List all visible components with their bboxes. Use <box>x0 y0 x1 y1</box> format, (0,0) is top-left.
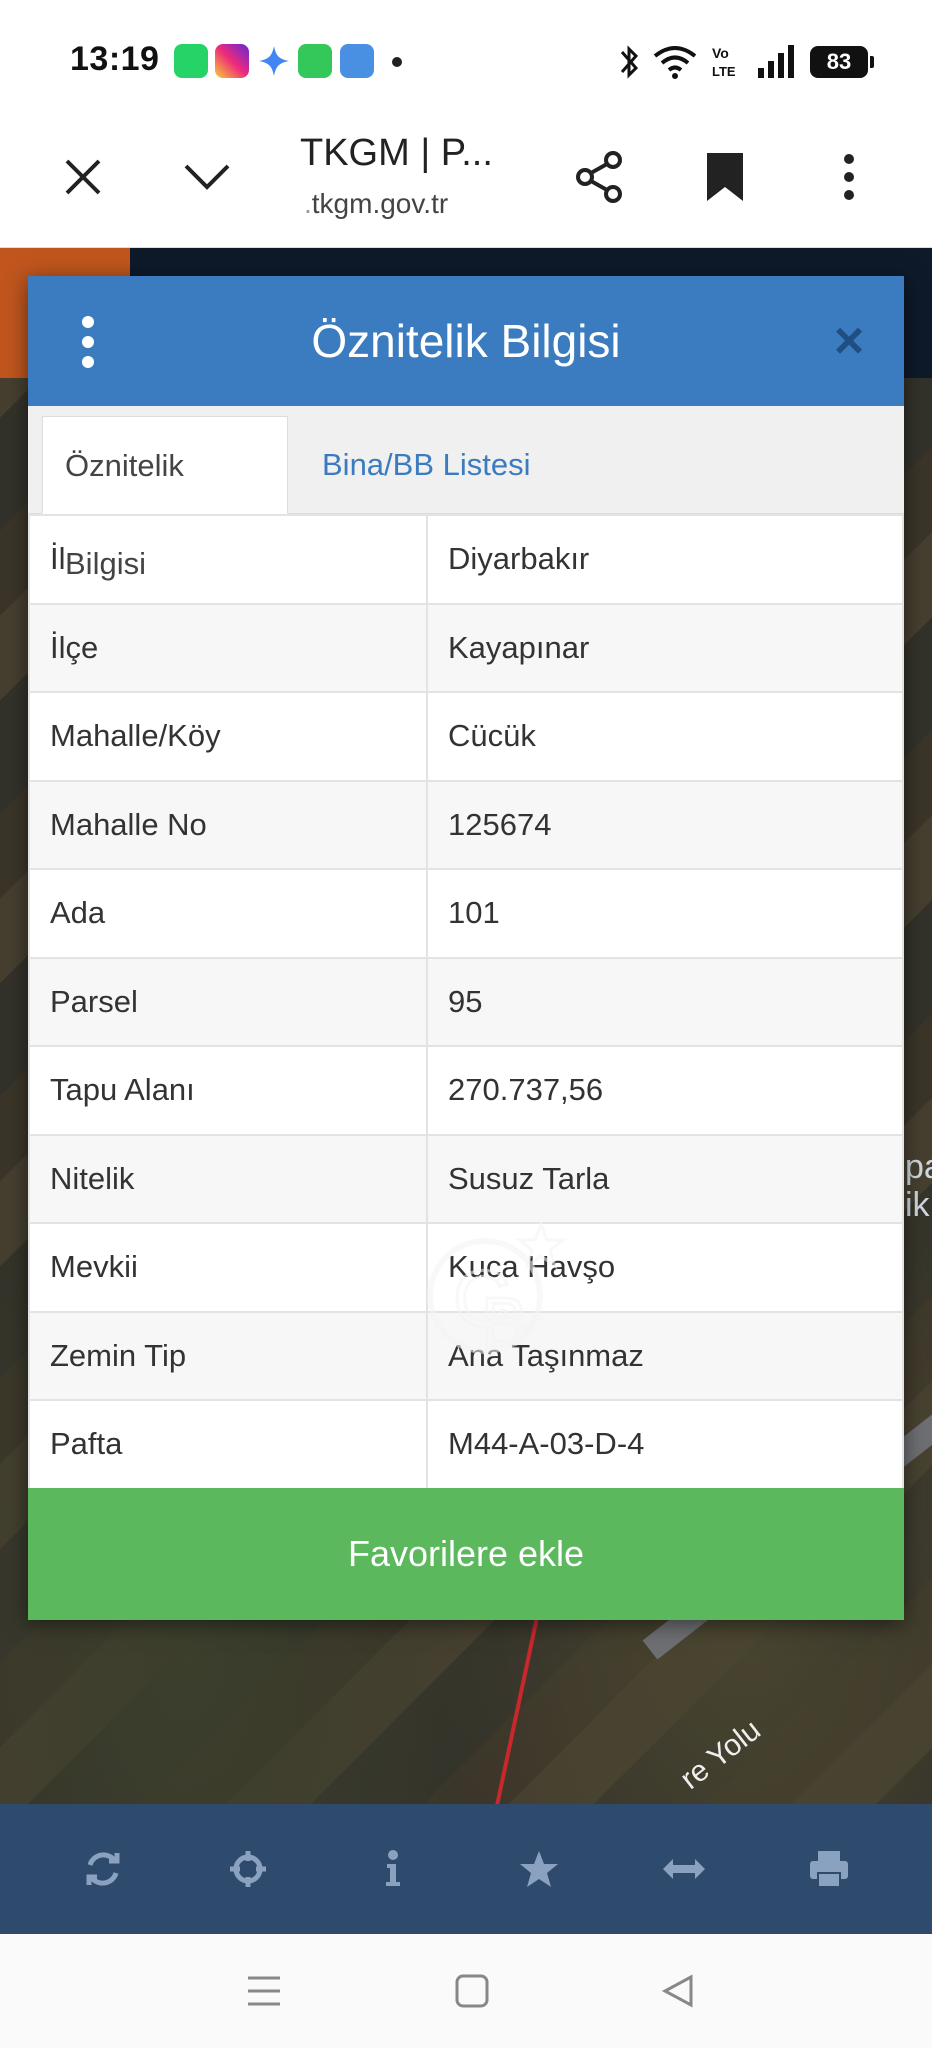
attribute-key: Pafta <box>28 1399 428 1490</box>
bookmark-icon <box>707 153 743 201</box>
star-icon <box>519 1851 558 1887</box>
back-icon <box>661 1974 693 2008</box>
minimize-button[interactable] <box>172 142 242 212</box>
table-row: Nitelik Susuz Tarla <box>28 1133 904 1224</box>
recent-apps-button[interactable] <box>234 1964 294 2018</box>
attribute-value: Cücük <box>426 691 904 782</box>
favorites-button[interactable] <box>509 1839 569 1899</box>
table-row: Ada 101 <box>28 868 904 959</box>
add-to-favorites-button[interactable]: Favorilere ekle <box>28 1488 904 1620</box>
attribute-key: Tapu Alanı <box>28 1045 428 1136</box>
table-row: Mahalle/Köy Cücük <box>28 691 904 782</box>
home-button[interactable] <box>442 1964 502 2018</box>
share-button[interactable] <box>565 142 635 212</box>
more-notifications-dot <box>392 57 402 67</box>
wifi-icon <box>653 46 697 79</box>
whatsapp-icon <box>174 44 208 78</box>
dialog-menu-button[interactable] <box>68 312 108 372</box>
page-title: TKGM | P... <box>300 132 493 174</box>
table-row: Mahalle No 125674 <box>28 779 904 870</box>
locate-button[interactable] <box>218 1839 278 1899</box>
attribute-key: Mevkii <box>28 1222 428 1313</box>
messages-icon <box>298 44 332 78</box>
attribute-key: Ada <box>28 868 428 959</box>
menu-dot-icon <box>82 336 94 348</box>
print-button[interactable] <box>799 1839 859 1899</box>
instagram-icon <box>215 44 249 78</box>
svg-text:Vo: Vo <box>712 45 729 61</box>
measure-icon <box>662 1859 705 1879</box>
dialog-tabs: Öznitelik Bilgisi Bina/BB Listesi <box>28 406 904 581</box>
back-button[interactable] <box>648 1964 708 2018</box>
menu-icon <box>248 1976 280 2006</box>
table-row: Parsel 95 <box>28 956 904 1047</box>
attribute-value: 270.737,56 <box>426 1045 904 1136</box>
attribute-key: Nitelik <box>28 1133 428 1224</box>
signal-icon <box>758 45 794 78</box>
attribute-key: Mahalle No <box>28 779 428 870</box>
refresh-icon <box>86 1852 120 1886</box>
chevron-down-icon <box>184 164 230 190</box>
home-icon <box>455 1974 489 2008</box>
refresh-button[interactable] <box>73 1839 133 1899</box>
more-options-button[interactable] <box>814 142 884 212</box>
info-icon <box>386 1850 401 1886</box>
share-icon <box>576 151 622 203</box>
volte-icon: Vo LTE <box>712 45 736 79</box>
table-row: İl Diyarbakır <box>28 514 904 605</box>
weather-icon <box>340 44 374 78</box>
bookmark-button[interactable] <box>690 142 760 212</box>
dialog-title: Öznitelik Bilgisi <box>311 315 621 367</box>
map-toolbar <box>0 1804 932 1934</box>
svg-text:LTE: LTE <box>712 64 736 79</box>
close-icon <box>65 159 101 195</box>
attribute-value: Kayapınar <box>426 602 904 693</box>
crosshair-icon <box>229 1851 266 1887</box>
more-vert-icon <box>844 154 854 200</box>
attribute-value: M44-A-03-D-4 <box>426 1399 904 1490</box>
table-row: Tapu Alanı 270.737,56 <box>28 1045 904 1136</box>
close-tab-button[interactable] <box>48 142 118 212</box>
attribute-key: Parsel <box>28 956 428 1047</box>
svg-text:B: B <box>481 1283 528 1361</box>
measure-button[interactable] <box>654 1839 714 1899</box>
attribute-value: Diyarbakır <box>426 514 904 605</box>
system-nav-bar <box>0 1934 932 2048</box>
attribute-key: Zemin Tip <box>28 1310 428 1401</box>
attribute-value: 125674 <box>426 779 904 870</box>
dialog-close-button[interactable]: × <box>824 315 874 367</box>
menu-dot-icon <box>82 356 94 368</box>
page-url: .tkgm.gov.tr <box>304 188 449 219</box>
tab-building-list[interactable]: Bina/BB Listesi <box>300 416 553 514</box>
map-place-label: pa ik <box>905 1148 932 1224</box>
bluetooth-icon <box>620 45 639 79</box>
gemini-icon <box>257 44 291 78</box>
table-row: İlçe Kayapınar <box>28 602 904 693</box>
dialog-header: Öznitelik Bilgisi × <box>28 276 904 406</box>
watermark-logo: C B <box>427 1219 568 1363</box>
menu-dot-icon <box>82 316 94 328</box>
clock: 13:19 <box>70 40 160 78</box>
attribute-key: İl <box>28 514 428 605</box>
table-row: Pafta M44-A-03-D-4 <box>28 1399 904 1490</box>
attribute-value: 101 <box>426 868 904 959</box>
attribute-key: İlçe <box>28 602 428 693</box>
attribute-info-dialog: Öznitelik Bilgisi × Öznitelik Bilgisi Bi… <box>28 276 904 1620</box>
attribute-value: 95 <box>426 956 904 1047</box>
battery-indicator: 83 <box>810 46 874 78</box>
map-road-label: re Yolu <box>674 1713 767 1796</box>
print-icon <box>810 1851 849 1888</box>
browser-toolbar: TKGM | P... .tkgm.gov.tr <box>0 110 932 248</box>
attribute-value: Susuz Tarla <box>426 1133 904 1224</box>
tab-attribute-info[interactable]: Öznitelik Bilgisi <box>42 416 288 581</box>
info-button[interactable] <box>363 1839 423 1899</box>
status-bar: 13:19 Vo LTE 83 <box>0 0 932 110</box>
attribute-key: Mahalle/Köy <box>28 691 428 782</box>
